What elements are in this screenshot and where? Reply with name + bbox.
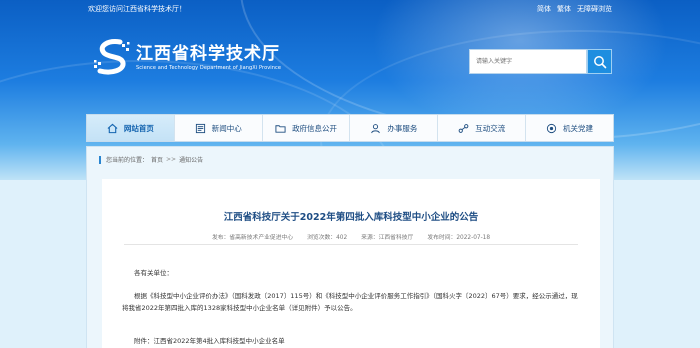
article-greeting: 各有关单位： <box>134 269 173 277</box>
breadcrumb-marker <box>99 155 101 164</box>
breadcrumb-notice-link[interactable]: 通知公告 <box>179 155 203 164</box>
breadcrumb-separator: >> <box>166 156 177 163</box>
meta-views: 浏览次数：402 <box>307 235 348 241</box>
home-icon <box>107 123 118 133</box>
article-meta: 发布：省高新技术产业促进中心 浏览次数：402 来源：江西省科技厅 发布时间：2… <box>102 232 600 241</box>
main-nav: 网站首页 新闻中心 政府信息公开 办事服务 互动交流 机关党建 <box>86 114 614 142</box>
interact-icon <box>458 123 469 133</box>
article-body: 各有关单位： 根据《科技型中小企业评价办法》（国科发政〔2017〕115号）和《… <box>122 267 580 347</box>
article-title: 江西省科技厅关于2022年第四批入库科技型中小企业的公告 <box>223 212 479 223</box>
traditional-chinese-link[interactable]: 繁体 <box>557 0 571 18</box>
content-panel: 您当前的位置： 首页 >> 通知公告 江西省科技厅关于2022年第四批入库科技型… <box>86 146 614 348</box>
nav-item-label: 网站首页 <box>123 123 154 133</box>
site-logo[interactable]: 江西省科学技术厅 Science and Technology Departme… <box>90 38 281 78</box>
article-card: 江西省科技厅关于2022年第四批入库科技型中小企业的公告 发布：省高新技术产业促… <box>102 179 600 348</box>
news-icon <box>195 123 205 133</box>
nav-item-interaction[interactable]: 互动交流 <box>438 115 527 141</box>
breadcrumb: 您当前的位置： 首页 >> 通知公告 <box>99 155 203 164</box>
nav-item-gov-info[interactable]: 政府信息公开 <box>263 115 351 141</box>
top-bar: 欢迎您访问江西省科学技术厅！ 简体 繁体 无障碍浏览 <box>0 0 700 18</box>
nav-item-label: 机关党建 <box>563 123 594 133</box>
article-paragraph: 根据《科技型中小企业评价办法》（国科发政〔2017〕115号）和《科技型中小企业… <box>122 291 578 313</box>
simplified-chinese-link[interactable]: 简体 <box>537 0 551 18</box>
welcome-text: 欢迎您访问江西省科学技术厅！ <box>88 5 186 13</box>
site-subtitle: Science and Technology Department of Jia… <box>136 64 282 71</box>
nav-item-services[interactable]: 办事服务 <box>350 115 439 141</box>
search-icon <box>593 55 606 68</box>
folder-icon <box>275 124 286 133</box>
meta-date: 发布时间：2022-07-18 <box>427 235 491 241</box>
search-box <box>469 49 612 74</box>
meta-divider <box>124 244 578 245</box>
accessibility-link[interactable]: 无障碍浏览 <box>577 0 612 18</box>
nav-item-party[interactable]: 机关党建 <box>526 115 613 141</box>
search-input[interactable] <box>469 49 587 74</box>
nav-item-news[interactable]: 新闻中心 <box>175 115 263 141</box>
nav-item-label: 新闻中心 <box>211 123 242 133</box>
nav-item-label: 政府信息公开 <box>292 123 338 133</box>
meta-publisher: 发布：省高新技术产业促进中心 <box>211 235 294 241</box>
nav-item-label: 互动交流 <box>475 123 506 133</box>
topbar-links: 简体 繁体 无障碍浏览 <box>537 0 612 18</box>
logo-mark-icon <box>94 39 130 75</box>
nav-item-home[interactable]: 网站首页 <box>87 115 175 141</box>
person-icon <box>371 123 381 133</box>
search-button[interactable] <box>587 49 612 74</box>
breadcrumb-home-link[interactable]: 首页 <box>151 155 163 164</box>
nav-item-label: 办事服务 <box>387 123 418 133</box>
party-icon <box>546 123 557 133</box>
meta-source: 来源：江西省科技厅 <box>361 235 414 241</box>
site-title: 江西省科学技术厅 <box>136 43 280 64</box>
attachment-link[interactable]: 附件：江西省2022年第4批入库科技型中小企业名单 <box>134 335 580 348</box>
breadcrumb-prefix: 您当前的位置： <box>106 157 149 164</box>
